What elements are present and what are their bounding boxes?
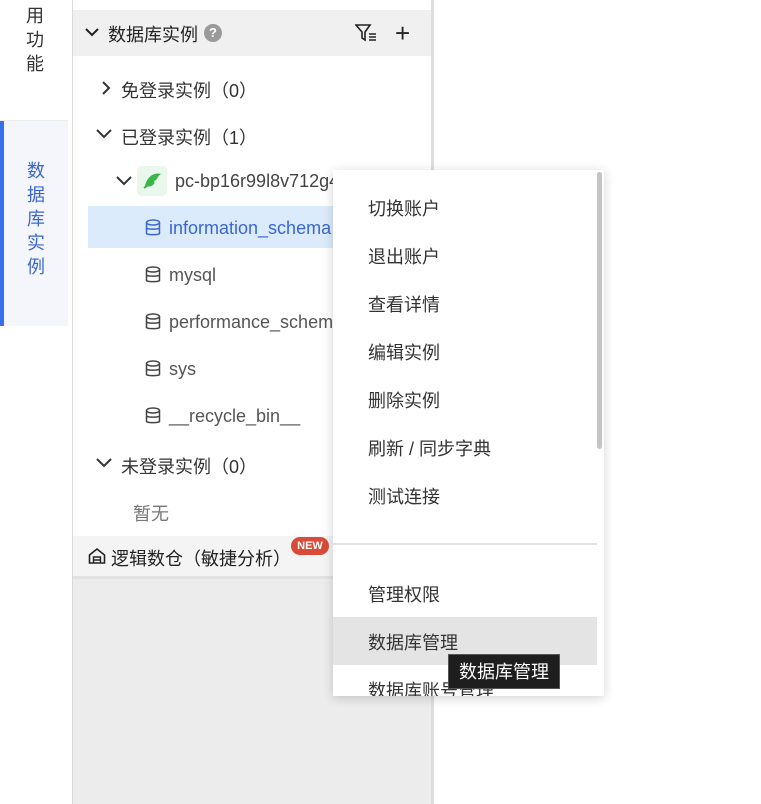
tooltip: 数据库管理 <box>448 654 560 689</box>
database-item[interactable]: sys <box>169 359 196 380</box>
chevron-down-icon[interactable] <box>84 24 100 40</box>
menu-label: 编辑实例 <box>368 343 440 363</box>
database-icon <box>145 407 161 424</box>
database-icon <box>145 219 161 236</box>
tree-title: 数据库实例 <box>108 25 198 45</box>
chevron-down-icon[interactable] <box>95 456 113 470</box>
nav-char: 用 <box>26 6 44 26</box>
menu-label: 删除实例 <box>368 391 440 411</box>
menu-label: 测试连接 <box>368 487 440 507</box>
left-nav-rail: 用 功 能 数 据 库 实 例 <box>0 0 68 804</box>
filter-icon[interactable] <box>355 23 377 43</box>
database-icon <box>145 313 161 330</box>
instance-context-menu: 切换账户 退出账户 查看详情 编辑实例 删除实例 刷新 / 同步字典 测试连接 … <box>333 170 604 696</box>
menu-label: 切换账户 <box>368 199 440 219</box>
instance-name[interactable]: pc-bp16r99l8v712g4 <box>175 171 339 192</box>
group-free-login[interactable]: 免登录实例（0） <box>121 77 257 103</box>
add-instance-button[interactable]: + <box>395 20 410 46</box>
menu-manage-permissions[interactable]: 管理权限 <box>333 569 597 617</box>
menu-scrollbar-thumb[interactable] <box>597 172 602 449</box>
nav-char: 能 <box>26 54 44 74</box>
database-item[interactable]: information_schema <box>169 218 331 239</box>
nav-item-common-functions[interactable]: 用 功 能 <box>0 0 68 121</box>
chevron-down-icon[interactable] <box>115 174 133 188</box>
help-icon[interactable]: ? <box>204 24 222 42</box>
group-not-logged-in[interactable]: 未登录实例（0） <box>121 453 257 479</box>
database-icon <box>145 360 161 377</box>
tree-header: 数据库实例 ? + <box>73 10 431 56</box>
database-item[interactable]: __recycle_bin__ <box>169 406 300 427</box>
nav-char: 功 <box>26 30 44 50</box>
menu-refresh-sync[interactable]: 刷新 / 同步字典 <box>333 423 597 471</box>
chevron-right-icon[interactable] <box>99 80 113 96</box>
group-logged-in[interactable]: 已登录实例（1） <box>121 124 257 150</box>
menu-label: 管理权限 <box>368 585 440 605</box>
nav-char: 数 <box>27 161 45 181</box>
nav-item-database-instances[interactable]: 数 据 库 实 例 <box>0 121 68 326</box>
warehouse-icon <box>88 547 106 564</box>
nav-char: 实 <box>27 233 45 253</box>
menu-label: 查看详情 <box>368 295 440 315</box>
logical-warehouse-label: 逻辑数仓（敏捷分析） <box>111 549 291 569</box>
nav-char: 例 <box>27 257 45 277</box>
nav-char: 据 <box>27 185 45 205</box>
menu-label: 数据库管理 <box>368 633 458 653</box>
menu-label: 刷新 / 同步字典 <box>368 439 492 459</box>
menu-view-details[interactable]: 查看详情 <box>333 279 597 327</box>
nav-char: 库 <box>27 209 45 229</box>
menu-switch-account[interactable]: 切换账户 <box>333 183 597 231</box>
database-icon <box>145 266 161 283</box>
database-item[interactable]: performance_schema <box>169 312 343 333</box>
menu-test-connection[interactable]: 测试连接 <box>333 471 597 519</box>
menu-logout-account[interactable]: 退出账户 <box>333 231 597 279</box>
menu-edit-instance[interactable]: 编辑实例 <box>333 327 597 375</box>
polardb-logo-icon <box>137 166 167 196</box>
database-item[interactable]: mysql <box>169 265 216 286</box>
menu-delete-instance[interactable]: 删除实例 <box>333 375 597 423</box>
empty-placeholder: 暂无 <box>133 504 169 524</box>
menu-separator <box>333 543 597 545</box>
new-badge: NEW <box>291 537 329 555</box>
chevron-down-icon[interactable] <box>95 127 113 141</box>
menu-label: 退出账户 <box>368 247 440 267</box>
